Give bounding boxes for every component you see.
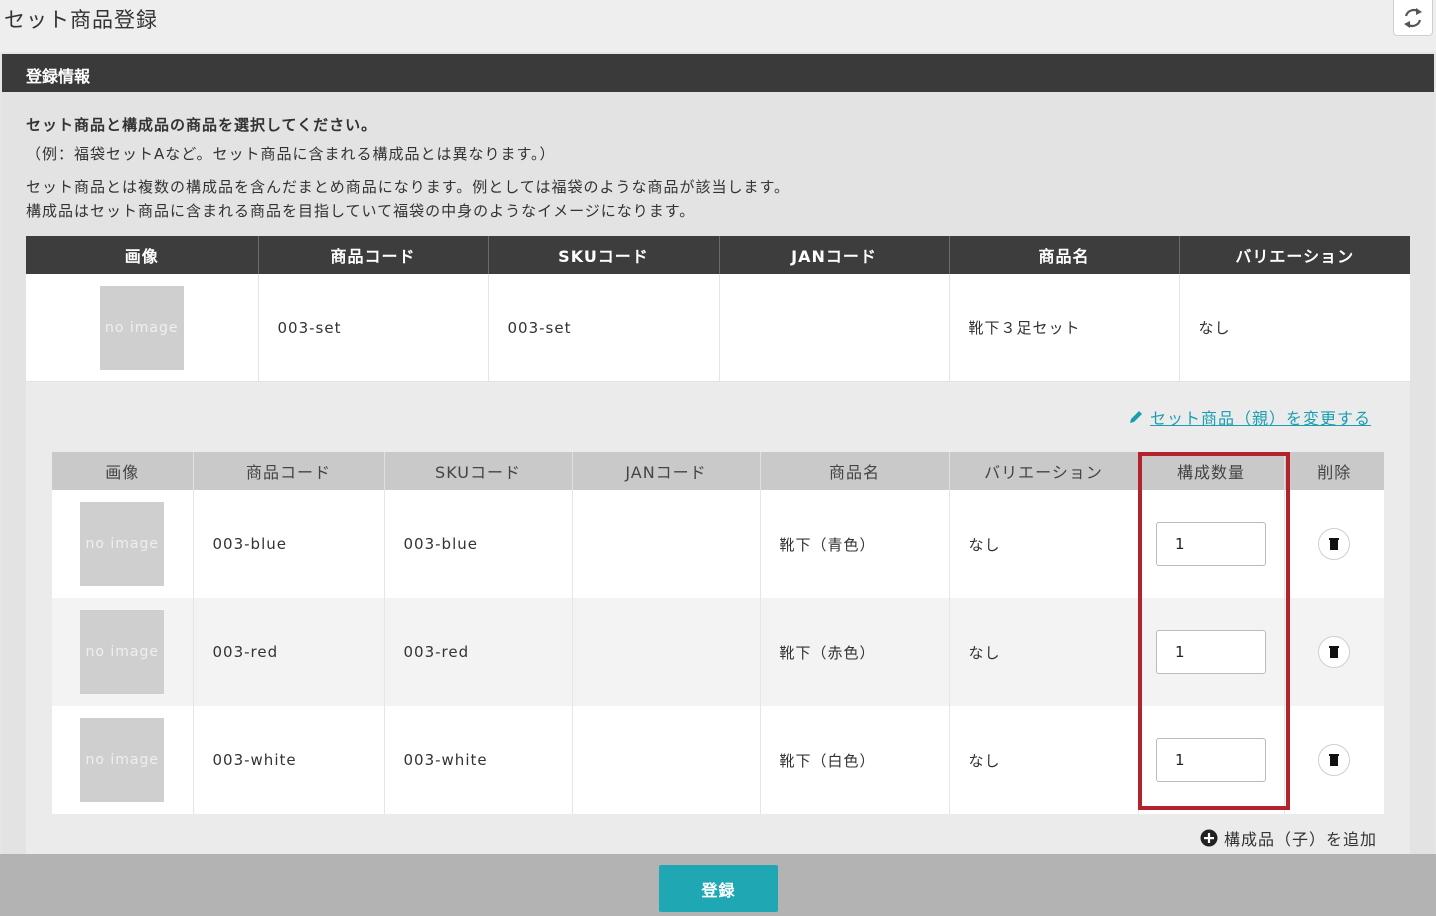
jan-code-cell: [571, 706, 760, 814]
delete-button[interactable]: [1318, 744, 1351, 776]
child-header-delete: 削除: [1283, 452, 1384, 490]
product-image-placeholder: no image: [80, 502, 165, 586]
child-header-sku-code: SKUコード: [383, 452, 572, 490]
sku-code-cell: 003-white: [383, 706, 572, 814]
product-name-cell: 靴下（青色）: [759, 490, 949, 598]
trash-icon: [1329, 538, 1340, 550]
delete-button[interactable]: [1318, 636, 1351, 668]
product-image-placeholder: no image: [80, 610, 165, 694]
table-row: no image 003-white 003-white 靴下（白色） なし: [52, 706, 1384, 814]
table-row: no image 003-red 003-red 靴下（赤色） なし: [52, 598, 1384, 706]
jan-code-cell: [718, 274, 949, 381]
plus-circle-icon: [1200, 829, 1218, 847]
product-code-cell: 003-white: [192, 706, 384, 814]
header-sku-code: SKUコード: [487, 236, 719, 274]
child-header-variation: バリエーション: [948, 452, 1138, 490]
variation-cell: なし: [948, 598, 1138, 706]
parent-product-table: 画像 商品コード SKUコード JANコード 商品名 バリエーション no im…: [26, 236, 1410, 381]
header-product-code: 商品コード: [257, 236, 488, 274]
quantity-input[interactable]: [1156, 522, 1266, 566]
jan-code-cell: [571, 598, 760, 706]
add-child-link-label[interactable]: 構成品（子）を追加: [1224, 826, 1377, 850]
child-header-quantity: 構成数量: [1137, 452, 1284, 490]
product-image-placeholder: no image: [80, 718, 165, 802]
section-header: 登録情報: [2, 54, 1434, 92]
quantity-input[interactable]: [1156, 738, 1266, 782]
pencil-icon: [1130, 411, 1142, 423]
table-row: no image 003-blue 003-blue 靴下（青色） なし: [52, 490, 1384, 598]
intro-example: （例：福袋セットAなど。セット商品に含まれる構成品とは異なります。）: [26, 145, 556, 163]
product-name-cell: 靴下３足セット: [948, 274, 1179, 381]
refresh-icon: [1404, 7, 1422, 28]
sku-code-cell: 003-set: [487, 274, 719, 381]
parent-product-row: no image 003-set 003-set 靴下３足セット なし: [26, 274, 1410, 381]
page-title: セット商品登録: [4, 8, 158, 32]
sku-code-cell: 003-red: [383, 598, 572, 706]
quantity-input[interactable]: [1156, 630, 1266, 674]
child-header-image: 画像: [52, 452, 193, 490]
intro-description-2: 構成品はセット商品に含まれる商品を目指していて福袋の中身のようなイメージになりま…: [26, 202, 696, 220]
product-name-cell: 靴下（赤色）: [759, 598, 949, 706]
variation-cell: なし: [1178, 274, 1410, 381]
header-variation: バリエーション: [1178, 236, 1410, 274]
intro-description-1: セット商品とは複数の構成品を含んだまとめ商品になります。例としては福袋のような商…: [26, 178, 790, 196]
variation-cell: なし: [948, 490, 1138, 598]
sku-code-cell: 003-blue: [383, 490, 572, 598]
change-parent-link-label[interactable]: セット商品（親）を変更する: [1150, 405, 1371, 429]
register-button[interactable]: 登録: [659, 865, 778, 912]
add-child-link[interactable]: 構成品（子）を追加: [1200, 826, 1377, 850]
child-products-table: 画像 商品コード SKUコード JANコード 商品名 バリエーション 構成数量 …: [52, 452, 1384, 814]
top-bar: セット商品登録: [0, 0, 1436, 52]
product-image-placeholder: no image: [99, 285, 184, 370]
product-code-cell: 003-set: [257, 274, 488, 381]
refresh-button[interactable]: [1393, 0, 1433, 36]
header-jan-code: JANコード: [718, 236, 949, 274]
header-image: 画像: [26, 236, 258, 274]
child-header-jan-code: JANコード: [571, 452, 760, 490]
child-header-product-name: 商品名: [759, 452, 949, 490]
delete-button[interactable]: [1318, 528, 1351, 560]
intro-instruction: セット商品と構成品の商品を選択してください。: [26, 116, 378, 134]
product-name-cell: 靴下（白色）: [759, 706, 949, 814]
change-parent-link[interactable]: セット商品（親）を変更する: [1128, 405, 1371, 429]
trash-icon: [1329, 646, 1340, 658]
child-header-product-code: 商品コード: [192, 452, 384, 490]
product-code-cell: 003-blue: [192, 490, 384, 598]
product-code-cell: 003-red: [192, 598, 384, 706]
variation-cell: なし: [948, 706, 1138, 814]
trash-icon: [1329, 754, 1340, 766]
jan-code-cell: [571, 490, 760, 598]
header-product-name: 商品名: [948, 236, 1179, 274]
